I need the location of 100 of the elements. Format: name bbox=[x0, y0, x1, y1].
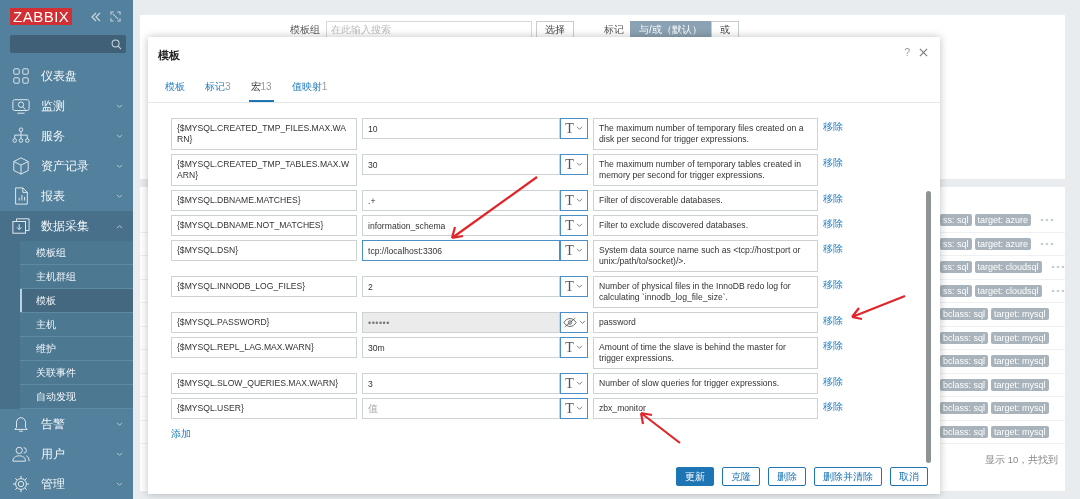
report-icon bbox=[12, 187, 30, 205]
scrollbar-thumb[interactable] bbox=[926, 191, 931, 463]
value-type-button[interactable]: T bbox=[560, 276, 588, 297]
tag: bclass: sql bbox=[940, 308, 989, 321]
value-field[interactable]: 10 bbox=[362, 118, 560, 139]
search-icon bbox=[111, 38, 122, 50]
menu-item[interactable]: 管理 bbox=[0, 469, 133, 499]
value-field[interactable]: 30 bbox=[362, 154, 560, 175]
value-type-button[interactable]: T bbox=[560, 190, 588, 211]
description-field[interactable]: System data source name such as <tcp://host:port or unix:/path/to/socket)/>. bbox=[593, 240, 818, 272]
submenu-item[interactable]: 主机 bbox=[20, 313, 133, 337]
remove-link[interactable]: 移除 bbox=[823, 398, 843, 414]
value-type-button[interactable]: T bbox=[560, 215, 588, 236]
value-type-button[interactable]: T bbox=[560, 337, 588, 358]
value-field[interactable]: •••••• bbox=[362, 312, 560, 333]
macro-field[interactable]: {$MYSQL.DSN} bbox=[171, 240, 357, 261]
menu-item[interactable]: 告警 bbox=[0, 409, 133, 439]
dialog-button[interactable]: 取消 bbox=[890, 467, 928, 486]
users-icon bbox=[12, 445, 30, 463]
remove-link[interactable]: 移除 bbox=[823, 276, 843, 292]
dialog-title: 模板 bbox=[158, 48, 181, 63]
add-link[interactable]: 添加 bbox=[171, 427, 191, 441]
description-field[interactable]: The maximum number of temporary tables created in memory per second for trigger expressions. bbox=[593, 154, 818, 186]
dialog-button[interactable]: 删除 bbox=[768, 467, 806, 486]
box-icon bbox=[12, 157, 30, 175]
submenu-item[interactable]: 模板组 bbox=[20, 241, 133, 265]
dialog-button[interactable]: 克隆 bbox=[722, 467, 760, 486]
tag: ss: sql bbox=[940, 284, 972, 297]
submenu-item[interactable]: 自动发现 bbox=[20, 385, 133, 409]
tag: bclass: sql bbox=[940, 378, 989, 391]
download-icon bbox=[12, 217, 30, 235]
tab[interactable]: 值映射1 bbox=[289, 80, 330, 102]
macro-field[interactable]: {$MYSQL.INNODB_LOG_FILES} bbox=[171, 276, 357, 297]
remove-link[interactable]: 移除 bbox=[823, 312, 843, 328]
value-field[interactable]: 30m bbox=[362, 337, 560, 358]
value-type-button[interactable] bbox=[560, 312, 588, 333]
value-field[interactable]: tcp://localhost:3306 bbox=[362, 240, 560, 261]
macro-field[interactable]: {$MYSQL.CREATED_TMP_TABLES.MAX.WARN} bbox=[171, 154, 357, 186]
description-field[interactable]: zbx_monitor bbox=[593, 398, 818, 419]
kiosk-icon[interactable] bbox=[110, 11, 122, 22]
macro-field[interactable]: {$MYSQL.PASSWORD} bbox=[171, 312, 357, 333]
arrow-annotation bbox=[850, 294, 907, 321]
remove-link[interactable]: 移除 bbox=[823, 337, 843, 353]
dialog-button[interactable]: 更新 bbox=[676, 467, 714, 486]
remove-link[interactable]: 移除 bbox=[823, 190, 843, 206]
remove-link[interactable]: 移除 bbox=[823, 373, 843, 389]
menu-item[interactable]: 数据采集 bbox=[0, 211, 133, 241]
value-type-button[interactable]: T bbox=[560, 154, 588, 175]
menu-item[interactable]: 服务 bbox=[0, 121, 133, 151]
description-field[interactable]: Number of physical files in the InnoDB redo log for calculating `innodb_log_file_size`. bbox=[593, 276, 818, 308]
dialog-button[interactable]: 删除并清除 bbox=[814, 467, 882, 486]
more-icon[interactable] bbox=[1050, 265, 1065, 270]
macro-field[interactable]: {$MYSQL.DBNAME.NOT_MATCHES} bbox=[171, 215, 357, 236]
value-type-button[interactable]: T bbox=[560, 240, 588, 261]
menu-item[interactable]: 资产记录 bbox=[0, 151, 133, 181]
value-field[interactable]: information_schema bbox=[362, 215, 560, 236]
menu-item[interactable]: 仪表盘 bbox=[0, 61, 133, 91]
remove-link[interactable]: 移除 bbox=[823, 240, 843, 256]
submenu-item[interactable]: 关联事件 bbox=[20, 361, 133, 385]
collapse-icon[interactable] bbox=[90, 11, 103, 22]
tag: target: azure bbox=[974, 214, 1032, 227]
remove-link[interactable]: 移除 bbox=[823, 154, 843, 170]
description-field[interactable]: The maximum number of temporary files created on a disk per second for trigger expressions. bbox=[593, 118, 818, 150]
remove-link[interactable]: 移除 bbox=[823, 118, 843, 134]
description-field[interactable]: Number of slow queries for trigger expressions. bbox=[593, 373, 818, 394]
macro-field[interactable]: {$MYSQL.CREATED_TMP_FILES.MAX.WARN} bbox=[171, 118, 357, 150]
more-icon[interactable] bbox=[1040, 218, 1055, 223]
value-type-button[interactable]: T bbox=[560, 398, 588, 419]
value-field[interactable]: 3 bbox=[362, 373, 560, 394]
description-field[interactable]: Filter to exclude discovered databases. bbox=[593, 215, 818, 236]
macro-field[interactable]: {$MYSQL.REPL_LAG.MAX.WARN} bbox=[171, 337, 357, 358]
submenu-item[interactable]: 模板 bbox=[20, 289, 133, 313]
tab[interactable]: 宏13 bbox=[248, 80, 274, 102]
value-field[interactable]: .+ bbox=[362, 190, 560, 211]
more-icon[interactable] bbox=[1050, 288, 1065, 293]
menu-item[interactable]: 用户 bbox=[0, 439, 133, 469]
value-type-button[interactable]: T bbox=[560, 373, 588, 394]
value-field[interactable]: 2 bbox=[362, 276, 560, 297]
macro-field[interactable]: {$MYSQL.SLOW_QUERIES.MAX.WARN} bbox=[171, 373, 357, 394]
chevron-icon bbox=[575, 248, 583, 253]
tag: target: mysql bbox=[991, 355, 1049, 368]
eye-slash-icon bbox=[562, 317, 577, 328]
chevron-icon bbox=[575, 284, 583, 289]
macro-field[interactable]: {$MYSQL.USER} bbox=[171, 398, 357, 419]
description-field[interactable]: Amount of time the slave is behind the master for trigger expressions. bbox=[593, 337, 818, 369]
menu-item[interactable]: 监测 bbox=[0, 91, 133, 121]
description-field[interactable]: Filter of discoverable databases. bbox=[593, 190, 818, 211]
tab[interactable]: 标记3 bbox=[203, 80, 233, 102]
tag: target: mysql bbox=[991, 402, 1049, 415]
value-type-button[interactable]: T bbox=[560, 118, 588, 139]
description-field[interactable]: password bbox=[593, 312, 818, 333]
tab[interactable]: 模板 bbox=[163, 80, 187, 102]
menu-item[interactable]: 报表 bbox=[0, 181, 133, 211]
search-field[interactable] bbox=[10, 35, 126, 53]
close-icon[interactable] bbox=[919, 48, 928, 57]
submenu-item[interactable]: 维护 bbox=[20, 337, 133, 361]
hierarchy-icon bbox=[12, 127, 30, 145]
more-icon[interactable] bbox=[1040, 241, 1055, 246]
macro-field[interactable]: {$MYSQL.DBNAME.MATCHES} bbox=[171, 190, 357, 211]
remove-link[interactable]: 移除 bbox=[823, 215, 843, 231]
